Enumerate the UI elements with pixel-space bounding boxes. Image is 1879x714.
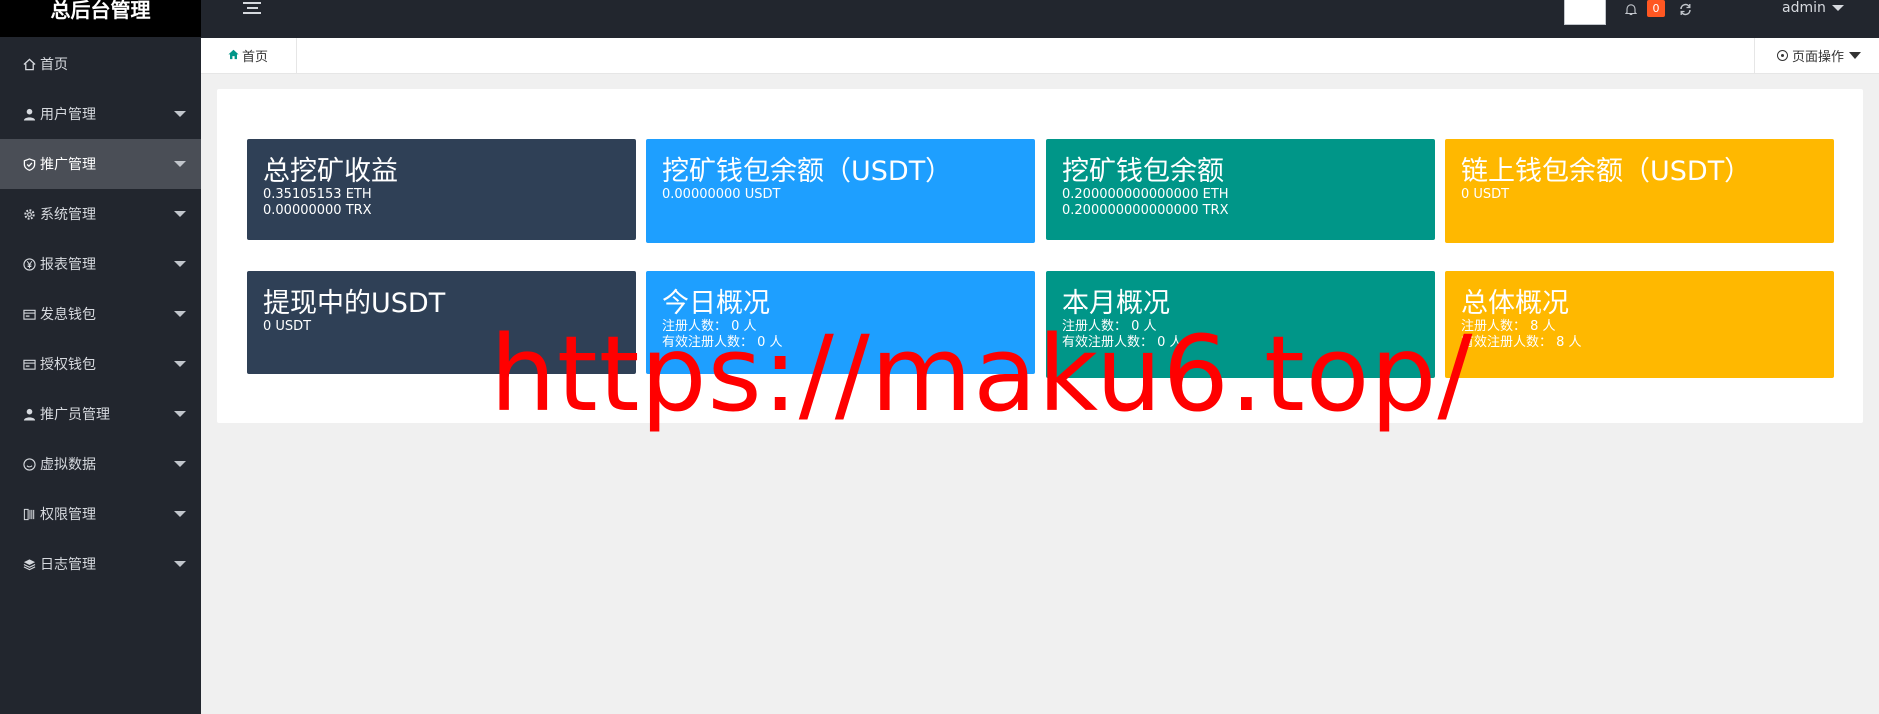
tab-bar: 首页 页面操作 xyxy=(201,38,1879,74)
sidebar-item-virtual-data[interactable]: 虚拟数据 xyxy=(0,439,201,489)
card-value: 注册人数： 0 人 xyxy=(1062,319,1157,334)
tab-home[interactable]: 首页 xyxy=(201,38,297,73)
tab-home-label: 首页 xyxy=(242,50,269,65)
sidebar-item-label: 报表管理 xyxy=(40,257,96,273)
menu-toggle-icon[interactable] xyxy=(243,2,261,14)
sidebar-item-report-management[interactable]: 报表管理 xyxy=(0,239,201,289)
user-icon xyxy=(21,106,37,122)
card-value: 0 USDT xyxy=(1461,187,1510,202)
sidebar-item-permission-management[interactable]: 权限管理 xyxy=(0,489,201,539)
sidebar-item-label: 权限管理 xyxy=(40,507,96,523)
target-icon xyxy=(1777,50,1788,61)
user-menu[interactable]: admin xyxy=(1782,0,1844,16)
user-icon xyxy=(21,406,37,422)
layers-icon xyxy=(21,556,37,572)
chevron-down-icon xyxy=(174,211,186,217)
gear-icon xyxy=(21,206,37,222)
chevron-down-icon xyxy=(174,311,186,317)
sidebar-item-label: 首页 xyxy=(40,57,68,73)
card-title: 今日概况 xyxy=(662,288,770,319)
month-overview-card: 本月概况 注册人数： 0 人 有效注册人数： 0 人 xyxy=(1046,271,1435,378)
card-value: 有效注册人数： 0 人 xyxy=(1062,335,1183,350)
chevron-down-icon xyxy=(174,261,186,267)
card-value: 注册人数： 0 人 xyxy=(662,319,757,334)
withdrawing-usdt-card: 提现中的USDT 0 USDT xyxy=(247,271,636,374)
notification-badge: 0 xyxy=(1647,0,1665,17)
onchain-wallet-usdt-card: 链上钱包余额（USDT） 0 USDT xyxy=(1445,139,1834,243)
card-value: 注册人数： 8 人 xyxy=(1461,319,1556,334)
sidebar-item-log-management[interactable]: 日志管理 xyxy=(0,539,201,589)
dashboard-panel: 总挖矿收益 0.35105153 ETH 0.00000000 TRX 挖矿钱包… xyxy=(217,89,1863,423)
sidebar-item-label: 用户管理 xyxy=(40,107,96,123)
card-title: 总体概况 xyxy=(1461,288,1569,319)
sidebar-item-label: 推广员管理 xyxy=(40,407,110,423)
app-logo: 总后台管理 xyxy=(0,0,201,38)
chevron-down-icon xyxy=(174,411,186,417)
card-value: 0.200000000000000 ETH xyxy=(1062,187,1229,202)
chevron-down-icon xyxy=(1831,5,1844,11)
username: admin xyxy=(1782,0,1826,16)
sidebar: 总后台管理 首页 用户管理 推广管理 系统管理 报表管理 发息钱包 授权钱包 推… xyxy=(0,0,201,714)
chevron-down-icon xyxy=(174,161,186,167)
card-value: 0 USDT xyxy=(263,319,312,334)
home-icon xyxy=(228,49,239,63)
refresh-icon[interactable] xyxy=(1677,1,1693,17)
card-value: 有效注册人数： 8 人 xyxy=(1461,335,1582,350)
sidebar-item-label: 发息钱包 xyxy=(40,307,96,323)
chevron-down-icon xyxy=(174,511,186,517)
mining-wallet-usdt-card: 挖矿钱包余额（USDT） 0.00000000 USDT xyxy=(646,139,1035,243)
sidebar-item-label: 日志管理 xyxy=(40,557,96,573)
total-mining-income-card: 总挖矿收益 0.35105153 ETH 0.00000000 TRX xyxy=(247,139,636,240)
mining-wallet-balance-card: 挖矿钱包余额 0.200000000000000 ETH 0.200000000… xyxy=(1046,139,1435,240)
wallet-icon xyxy=(21,356,37,372)
shield-icon xyxy=(21,156,37,172)
top-header: 0 admin xyxy=(201,0,1879,38)
card-value: 0.35105153 ETH xyxy=(263,187,372,202)
page-operations-label: 页面操作 xyxy=(1792,50,1845,65)
chevron-down-icon xyxy=(174,361,186,367)
total-overview-card: 总体概况 注册人数： 8 人 有效注册人数： 8 人 xyxy=(1445,271,1834,378)
sidebar-item-label: 授权钱包 xyxy=(40,357,96,373)
card-value: 有效注册人数： 0 人 xyxy=(662,335,783,350)
sidebar-item-authorized-wallet[interactable]: 授权钱包 xyxy=(0,339,201,389)
bell-icon[interactable] xyxy=(1623,1,1639,17)
top-search-box[interactable] xyxy=(1564,0,1606,25)
card-value: 0.00000000 TRX xyxy=(263,203,372,218)
sidebar-item-system-management[interactable]: 系统管理 xyxy=(0,189,201,239)
card-title: 链上钱包余额（USDT） xyxy=(1461,156,1752,187)
sidebar-item-label: 推广管理 xyxy=(40,157,96,173)
card-title: 挖矿钱包余额（USDT） xyxy=(662,156,953,187)
sidebar-item-label: 虚拟数据 xyxy=(40,457,96,473)
wallet-icon xyxy=(21,306,37,322)
sidebar-item-interest-wallet[interactable]: 发息钱包 xyxy=(0,289,201,339)
key-icon xyxy=(21,506,37,522)
sidebar-item-promoter-management[interactable]: 推广员管理 xyxy=(0,389,201,439)
card-value: 0.200000000000000 TRX xyxy=(1062,203,1229,218)
chevron-down-icon xyxy=(174,561,186,567)
chevron-down-icon xyxy=(1849,52,1862,59)
sidebar-item-promotion-management[interactable]: 推广管理 xyxy=(0,139,201,189)
sidebar-item-label: 系统管理 xyxy=(40,207,96,223)
yen-icon xyxy=(21,256,37,272)
sidebar-item-user-management[interactable]: 用户管理 xyxy=(0,89,201,139)
card-value: 0.00000000 USDT xyxy=(662,187,781,202)
page-operations-dropdown[interactable]: 页面操作 xyxy=(1754,38,1879,73)
smile-icon xyxy=(21,456,37,472)
card-title: 提现中的USDT xyxy=(263,288,446,319)
chevron-down-icon xyxy=(174,111,186,117)
chevron-down-icon xyxy=(174,461,186,467)
card-title: 挖矿钱包余额 xyxy=(1062,156,1224,187)
card-title: 本月概况 xyxy=(1062,288,1170,319)
home-icon xyxy=(21,56,37,72)
sidebar-item-home[interactable]: 首页 xyxy=(0,39,201,89)
today-overview-card: 今日概况 注册人数： 0 人 有效注册人数： 0 人 xyxy=(646,271,1035,374)
card-title: 总挖矿收益 xyxy=(263,156,398,187)
